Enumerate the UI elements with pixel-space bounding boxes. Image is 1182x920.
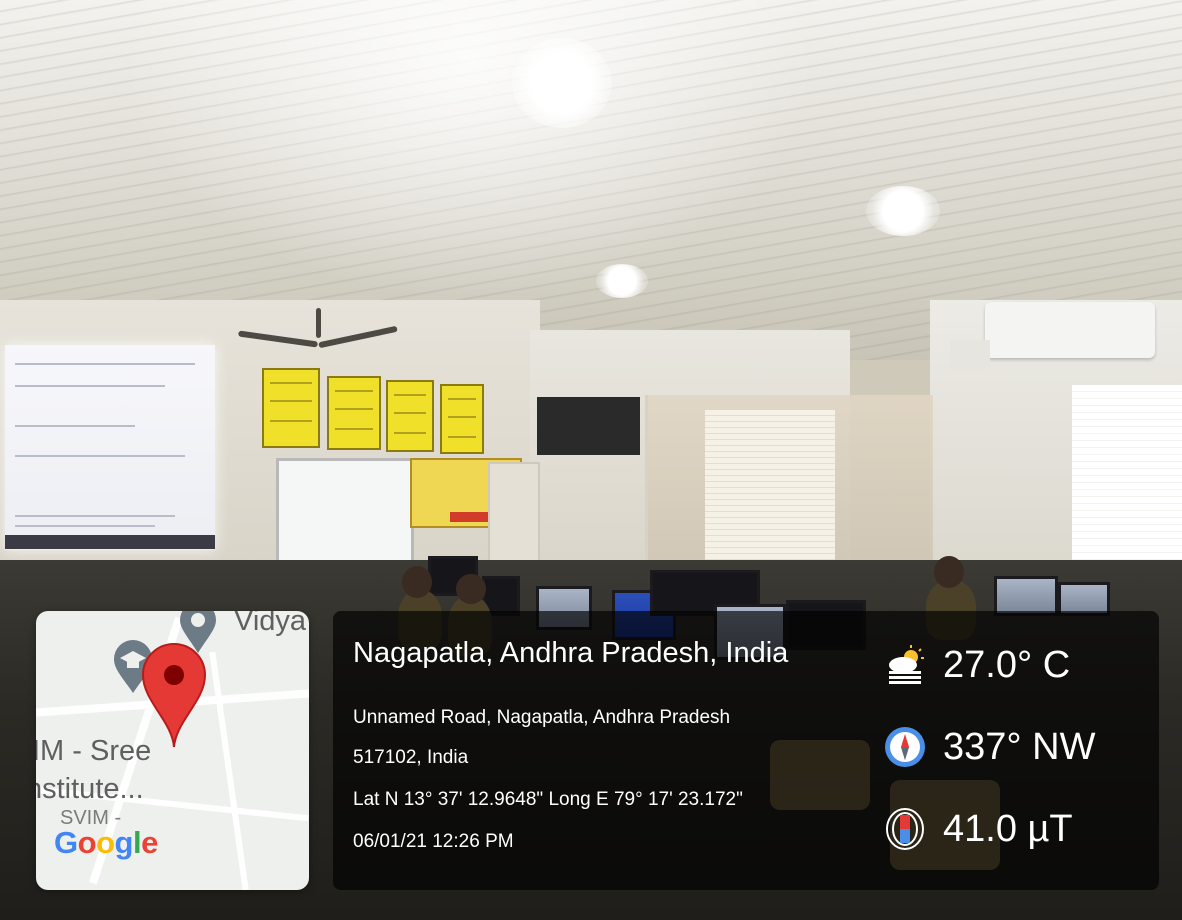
- compass-icon: [885, 727, 925, 767]
- direction-value: 337° NW: [943, 725, 1096, 768]
- coordinates: Lat N 13° 37' 12.9648" Long E 79° 17' 23…: [353, 789, 743, 810]
- location-pin-icon: [141, 643, 207, 748]
- ceiling-light: [512, 38, 612, 128]
- magnetic-value: 41.0 µT: [943, 807, 1073, 850]
- ceiling-glow: [120, 0, 820, 300]
- map-label-line1: IM - Sree: [36, 735, 152, 767]
- office-blinds: [705, 410, 835, 560]
- ceiling-light: [866, 186, 940, 236]
- dark-panel: [537, 397, 640, 455]
- wall-poster: [440, 384, 484, 454]
- geotag-info-panel: Nagapatla, Andhra Pradesh, India Unnamed…: [333, 611, 1159, 890]
- map-label-line2: nstitute...: [36, 773, 144, 805]
- wall-poster: [386, 380, 434, 452]
- student-head: [402, 566, 432, 598]
- address-line2: 517102, India: [353, 747, 469, 768]
- google-logo: Google: [54, 825, 158, 860]
- temperature-value: 27.0° C: [943, 643, 1071, 686]
- ceiling-light: [596, 264, 648, 298]
- monitor: [994, 576, 1058, 616]
- temperature-metric: 27.0° C: [883, 637, 1070, 693]
- map-thumbnail[interactable]: Vidya IM - Sree nstitute... SVIM - Googl…: [36, 611, 309, 890]
- student-head: [934, 556, 964, 588]
- map-label-top: Vidya: [234, 611, 307, 637]
- datetime: 06/01/21 12:26 PM: [353, 831, 514, 852]
- magnet-icon: [886, 808, 924, 850]
- whiteboard: [276, 458, 414, 576]
- projection-screen: [5, 345, 215, 550]
- weather-sun-cloud-icon: [889, 645, 924, 684]
- location-title: Nagapatla, Andhra Pradesh, India: [353, 637, 789, 669]
- notice-strip: [450, 512, 488, 522]
- student-head: [456, 574, 486, 604]
- wall-poster: [327, 376, 381, 450]
- projection-taskbar: [5, 535, 215, 549]
- ceiling-fan: [237, 308, 398, 349]
- direction-metric: 337° NW: [883, 719, 1095, 775]
- map-road: [209, 651, 249, 890]
- air-conditioner: [985, 302, 1155, 358]
- magnetic-metric: 41.0 µT: [883, 801, 1073, 857]
- wall-poster: [262, 368, 320, 448]
- address-line1: Unnamed Road, Nagapatla, Andhra Pradesh: [353, 707, 731, 728]
- ac-unit-small: [950, 340, 990, 370]
